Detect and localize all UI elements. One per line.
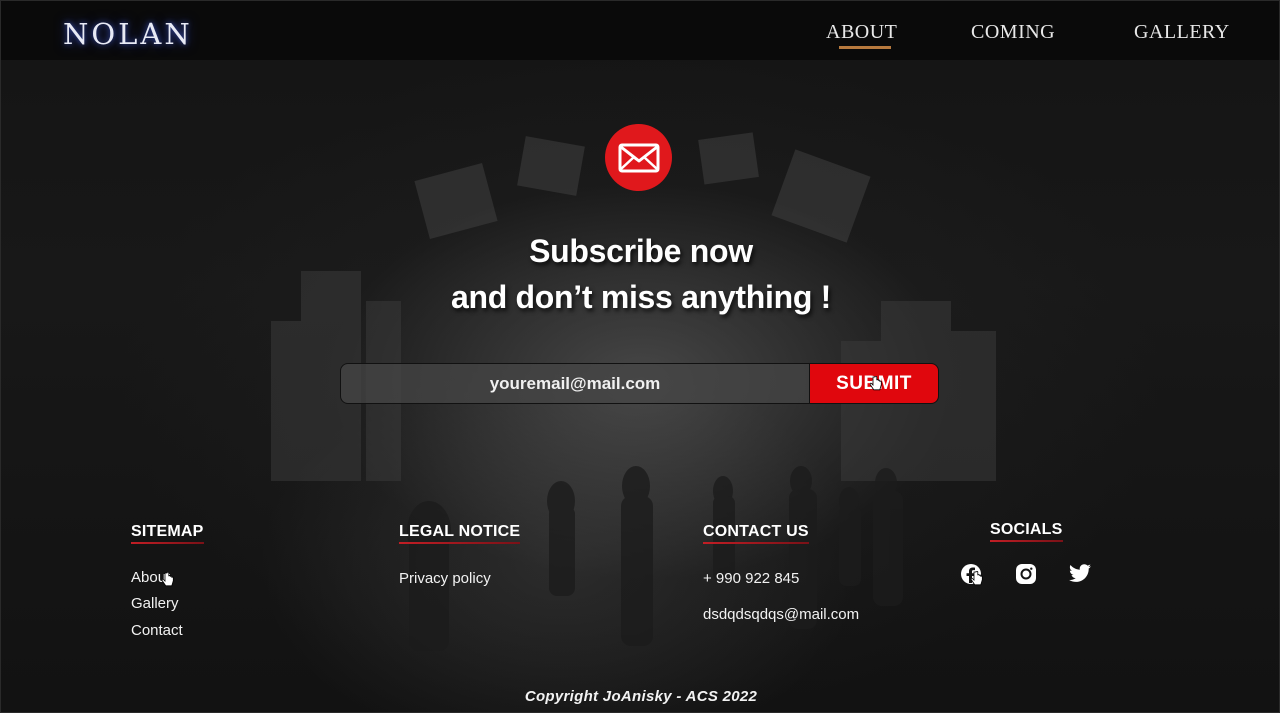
hand-cursor-icon [971, 571, 983, 586]
page: NOLAN ABOUT COMING GALLERY Subscribe now… [0, 0, 1280, 713]
instagram-icon[interactable] [1014, 562, 1038, 586]
legal-notice-heading-label: LEGAL NOTICE [399, 523, 521, 540]
copyright-text: Copyright JoAnisky - ACS 2022 [524, 688, 758, 705]
subscribe-headline-line1: Subscribe now [529, 233, 753, 269]
privacy-policy-link[interactable]: Privacy policy [399, 570, 491, 587]
sitemap-link-gallery[interactable]: Gallery [131, 595, 179, 612]
sitemap-heading: SITEMAP [131, 523, 204, 544]
hand-cursor-icon [870, 376, 882, 391]
socials-heading: SOCIALS [990, 521, 1063, 542]
socials-heading-label: SOCIALS [990, 521, 1063, 538]
heading-underline [399, 542, 521, 544]
contact-us-heading: CONTACT US [703, 523, 809, 544]
subscribe-headline-line2: and don’t miss anything ! [450, 279, 832, 315]
heading-underline [131, 542, 204, 544]
legal-notice-heading: LEGAL NOTICE [399, 523, 521, 544]
email-input[interactable] [340, 363, 810, 404]
sitemap-link-contact[interactable]: Contact [131, 622, 183, 639]
contact-phone: + 990 922 845 [703, 570, 800, 587]
top-navbar: NOLAN ABOUT COMING GALLERY [1, 1, 1279, 60]
background-cityscape-image [271, 132, 996, 651]
hand-cursor-icon [162, 572, 174, 587]
sitemap-heading-label: SITEMAP [131, 523, 204, 540]
heading-underline [703, 542, 809, 544]
heading-underline [990, 540, 1063, 542]
contact-email-link[interactable]: dsdqdsqdqs@mail.com [703, 606, 859, 623]
contact-us-heading-label: CONTACT US [703, 523, 809, 540]
subscribe-form: SUBMIT [340, 363, 939, 404]
nav-about[interactable]: ABOUT [826, 21, 897, 49]
nav-coming[interactable]: COMING [971, 21, 1055, 44]
logo[interactable]: NOLAN [63, 17, 193, 51]
twitter-icon[interactable] [1068, 562, 1092, 586]
nav-gallery[interactable]: GALLERY [1134, 21, 1230, 44]
envelope-icon [605, 124, 672, 191]
